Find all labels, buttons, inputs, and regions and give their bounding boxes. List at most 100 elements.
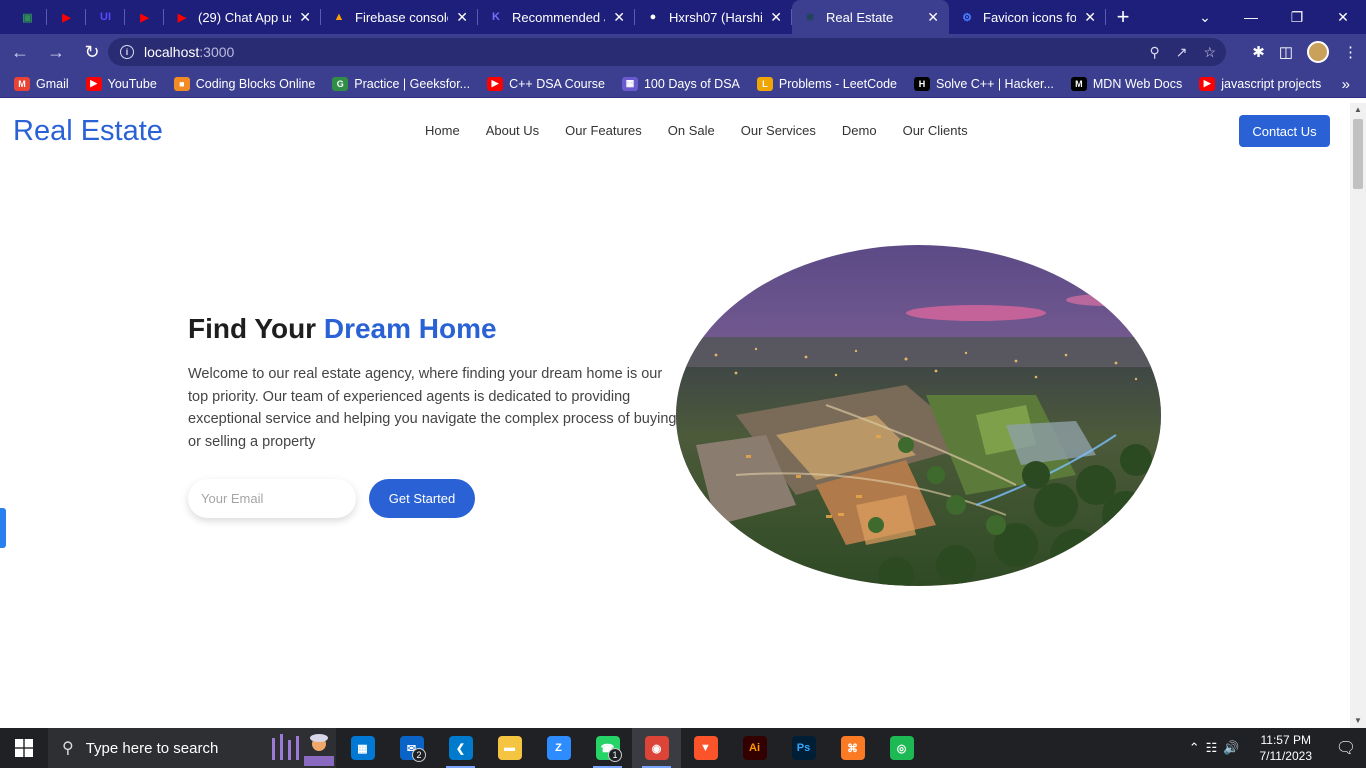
- side-panel-icon[interactable]: ◫: [1279, 43, 1293, 61]
- web-page: Real Estate Home About Us Our Features On S…: [0, 103, 1350, 728]
- nav-link-demo[interactable]: Demo: [842, 123, 877, 138]
- bookmark-star-icon[interactable]: ☆: [1203, 44, 1216, 61]
- address-bar[interactable]: i localhost:3000 ⚲ ↗ ☆: [108, 38, 1226, 66]
- taskbar-app-chrome[interactable]: ◉: [632, 728, 681, 768]
- browser-menu-icon[interactable]: ⋮: [1343, 43, 1358, 61]
- scroll-up-arrow-icon[interactable]: ▲: [1350, 103, 1366, 117]
- browser-tab[interactable]: K Recommended Jo ✕: [478, 0, 635, 34]
- close-tab-icon[interactable]: ✕: [1084, 9, 1096, 26]
- bookmark-item[interactable]: ▦ 100 Days of DSA: [621, 76, 740, 91]
- tab-search-icon[interactable]: ⌄: [1182, 9, 1228, 26]
- nav-link-about-us[interactable]: About Us: [486, 123, 539, 138]
- back-button[interactable]: ←: [4, 36, 36, 68]
- tab-title: Favicon icons for: [983, 9, 1077, 25]
- start-button[interactable]: [0, 728, 48, 768]
- file-explorer-icon: ▬: [497, 736, 522, 760]
- contact-us-button[interactable]: Contact Us: [1239, 115, 1330, 147]
- browser-tab[interactable]: ⚙ Favicon icons for ✕: [949, 0, 1106, 34]
- browser-tab[interactable]: ▶ (29) Chat App usi ✕: [164, 0, 321, 34]
- hero-description: Welcome to our real estate agency, where…: [188, 366, 677, 451]
- hero-image: [676, 245, 1161, 586]
- bookmark-item[interactable]: ▶ C++ DSA Course: [487, 76, 605, 91]
- browser-tab[interactable]: ▶: [47, 0, 86, 34]
- image-icon: ▣: [22, 11, 33, 24]
- profile-avatar[interactable]: [1307, 41, 1329, 63]
- firebase-icon: ▲: [333, 11, 345, 23]
- url-port: :3000: [199, 44, 235, 60]
- more-bookmarks-icon[interactable]: »: [1342, 70, 1350, 98]
- taskbar-app-xampp[interactable]: ⌘: [828, 728, 877, 768]
- taskbar-app-photoshop[interactable]: Ps: [779, 728, 828, 768]
- notification-center-icon[interactable]: 🗨: [1326, 728, 1366, 768]
- youtube-icon: ▶: [1199, 76, 1216, 91]
- taskbar-app-illustrator[interactable]: Ai: [730, 728, 779, 768]
- taskbar-app-vscode[interactable]: ❮: [436, 728, 485, 768]
- nav-link-home[interactable]: Home: [425, 123, 460, 138]
- taskbar-app-zoom[interactable]: Z: [534, 728, 583, 768]
- close-tab-icon[interactable]: ✕: [770, 9, 782, 26]
- share-icon[interactable]: ↗: [1176, 44, 1188, 61]
- taskbar-app-whatsapp[interactable]: ☎ 1: [583, 728, 632, 768]
- zoom-icon[interactable]: ⚲: [1149, 44, 1159, 61]
- taskbar-app-store[interactable]: ▦: [338, 728, 387, 768]
- omnibox-actions: ⚲ ↗ ☆: [1149, 38, 1216, 66]
- search-highlight-lavender-icon: [262, 730, 334, 766]
- close-tab-icon[interactable]: ✕: [299, 9, 311, 26]
- geeksforgeeks-icon: G: [332, 76, 349, 91]
- bookmark-label: C++ DSA Course: [509, 76, 605, 91]
- scroll-down-arrow-icon[interactable]: ▼: [1350, 714, 1366, 728]
- site-logo[interactable]: Real Estate: [13, 115, 163, 148]
- maximize-button[interactable]: ❐: [1274, 9, 1320, 26]
- email-input[interactable]: [188, 479, 356, 518]
- windows-logo-icon: [15, 739, 33, 757]
- taskbar-app-file-explorer[interactable]: ▬: [485, 728, 534, 768]
- bookmark-item[interactable]: M Gmail: [14, 76, 69, 91]
- nav-link-our-services[interactable]: Our Services: [741, 123, 816, 138]
- get-started-button[interactable]: Get Started: [369, 479, 475, 518]
- bookmark-item[interactable]: M MDN Web Docs: [1070, 76, 1182, 91]
- city-aerial-illustration: [676, 245, 1161, 586]
- page-scrollbar[interactable]: ▲ ▼: [1350, 103, 1366, 728]
- reload-button[interactable]: ↻: [76, 36, 108, 68]
- taskbar-app-mail[interactable]: ✉ 2: [387, 728, 436, 768]
- extensions-icon[interactable]: ✱: [1252, 43, 1265, 61]
- taskbar-app-spotify[interactable]: ◎: [877, 728, 926, 768]
- close-tab-icon[interactable]: ✕: [613, 9, 625, 26]
- nav-link-on-sale[interactable]: On Sale: [668, 123, 715, 138]
- taskbar-app-brave[interactable]: ▼: [681, 728, 730, 768]
- feedback-side-tab[interactable]: [0, 508, 6, 548]
- close-window-button[interactable]: ✕: [1320, 9, 1366, 26]
- tab-active[interactable]: ⚛ Real Estate ✕: [792, 0, 949, 34]
- site-info-icon[interactable]: i: [120, 45, 134, 59]
- tray-icons[interactable]: ⌃☷🔊: [1189, 740, 1246, 756]
- scrollbar-thumb[interactable]: [1353, 119, 1363, 189]
- taskbar-clock[interactable]: 11:57 PM 7/11/2023: [1260, 732, 1313, 764]
- bookmark-item[interactable]: L Problems - LeetCode: [756, 76, 897, 91]
- tab-title: (29) Chat App usi: [198, 9, 292, 25]
- tab-title: Firebase console: [355, 9, 449, 25]
- browser-tab[interactable]: ▲ Firebase console ✕: [321, 0, 478, 34]
- browser-tab[interactable]: UI: [86, 0, 125, 34]
- nav-link-our-features[interactable]: Our Features: [565, 123, 642, 138]
- browser-tab[interactable]: ● Hxrsh07 (Harshit ✕: [635, 0, 792, 34]
- bookmark-item[interactable]: ▶ YouTube: [85, 76, 157, 91]
- browser-tab[interactable]: ▶: [125, 0, 164, 34]
- youtube-icon: ▶: [140, 11, 149, 24]
- gmail-icon: M: [14, 76, 30, 91]
- forward-button[interactable]: →: [40, 36, 72, 68]
- bookmark-item[interactable]: G Practice | Geeksfor...: [332, 76, 470, 91]
- tab-list: ▣ ▶ UI ▶ ▶ (29) Chat App usi ✕ ▲ Firebase consol…: [8, 0, 1106, 34]
- browser-tab[interactable]: ▣: [8, 0, 47, 34]
- photoshop-icon: Ps: [791, 736, 816, 760]
- taskbar-search-box[interactable]: ⚲ Type here to search: [48, 728, 336, 768]
- close-tab-icon[interactable]: ✕: [456, 9, 468, 26]
- nav-link-our-clients[interactable]: Our Clients: [903, 123, 968, 138]
- close-tab-icon[interactable]: ✕: [927, 9, 939, 26]
- url-text[interactable]: localhost:3000: [144, 44, 234, 60]
- bookmark-item[interactable]: ■ Coding Blocks Online: [173, 76, 315, 91]
- toolbar-right: ✱ ◫ ⋮: [1252, 34, 1358, 70]
- new-tab-button[interactable]: +: [1106, 0, 1140, 34]
- minimize-button[interactable]: —: [1228, 9, 1274, 25]
- bookmark-item[interactable]: H Solve C++ | Hacker...: [914, 76, 1054, 91]
- bookmark-item[interactable]: ▶ javascript projects: [1199, 76, 1321, 91]
